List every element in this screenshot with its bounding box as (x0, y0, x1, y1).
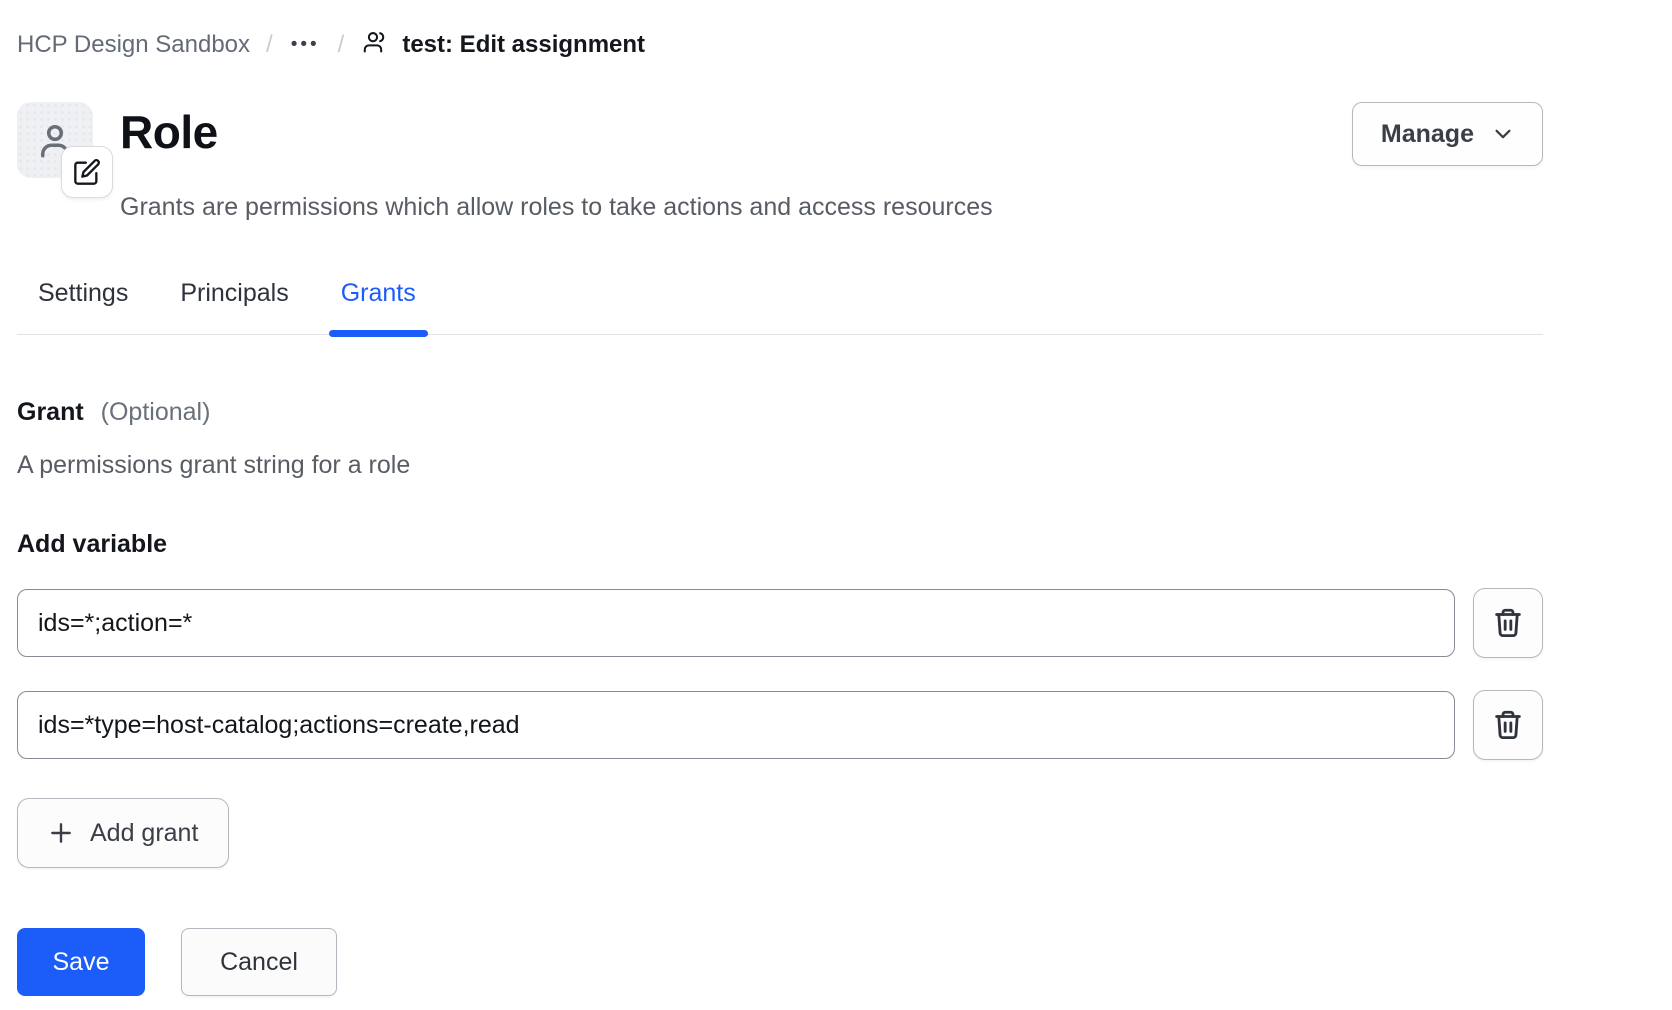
plus-icon (48, 820, 74, 846)
grant-row (17, 588, 1543, 658)
grant-field-description: A permissions grant string for a role (17, 450, 1543, 481)
tab-grants-label: Grants (341, 279, 416, 307)
breadcrumb-current: test: Edit assignment (360, 30, 645, 60)
page-subtitle: Grants are permissions which allow roles… (120, 192, 993, 222)
tab-bar: Settings Principals Grants (17, 278, 1543, 335)
title-block: Role Grants are permissions which allow … (120, 102, 993, 222)
active-tab-indicator (329, 330, 428, 337)
role-page: HCP Design Sandbox / ••• / test: Edit as… (0, 0, 1672, 996)
breadcrumb-separator: / (266, 31, 273, 59)
chevron-down-icon (1492, 123, 1514, 145)
add-grant-button[interactable]: Add grant (17, 798, 229, 868)
breadcrumb-link-sandbox[interactable]: HCP Design Sandbox (17, 31, 250, 59)
tab-principals[interactable]: Principals (168, 278, 300, 334)
trash-icon (1491, 708, 1525, 742)
breadcrumb-current-label: test: Edit assignment (402, 31, 645, 59)
grant-optional-text: (Optional) (101, 398, 211, 426)
users-icon (360, 30, 390, 60)
form-actions: Save Cancel (17, 928, 1543, 996)
breadcrumb-ellipsis-button[interactable]: ••• (289, 31, 322, 59)
cancel-button[interactable]: Cancel (181, 928, 337, 996)
role-avatar-wrap (17, 102, 93, 178)
grant-label-text: Grant (17, 398, 84, 426)
tab-settings[interactable]: Settings (26, 278, 140, 334)
tab-grants[interactable]: Grants (329, 278, 428, 334)
page-title: Role (120, 102, 993, 162)
grant-field-label: Grant (Optional) (17, 397, 1543, 428)
manage-button-label: Manage (1381, 120, 1474, 149)
grants-form: Grant (Optional) A permissions grant str… (17, 397, 1543, 996)
save-button[interactable]: Save (17, 928, 145, 996)
breadcrumb: HCP Design Sandbox / ••• / test: Edit as… (17, 30, 1543, 60)
grant-input-2[interactable] (17, 691, 1455, 759)
trash-icon (1491, 606, 1525, 640)
page-header: Role Grants are permissions which allow … (17, 102, 1543, 222)
grant-input-1[interactable] (17, 589, 1455, 657)
grant-row (17, 690, 1543, 760)
delete-grant-1-button[interactable] (1473, 588, 1543, 658)
delete-grant-2-button[interactable] (1473, 690, 1543, 760)
add-variable-heading: Add variable (17, 529, 1543, 560)
add-grant-label: Add grant (90, 819, 198, 848)
edit-icon (73, 158, 101, 186)
manage-button[interactable]: Manage (1352, 102, 1543, 166)
breadcrumb-separator: / (338, 31, 345, 59)
edit-avatar-button[interactable] (61, 146, 113, 198)
